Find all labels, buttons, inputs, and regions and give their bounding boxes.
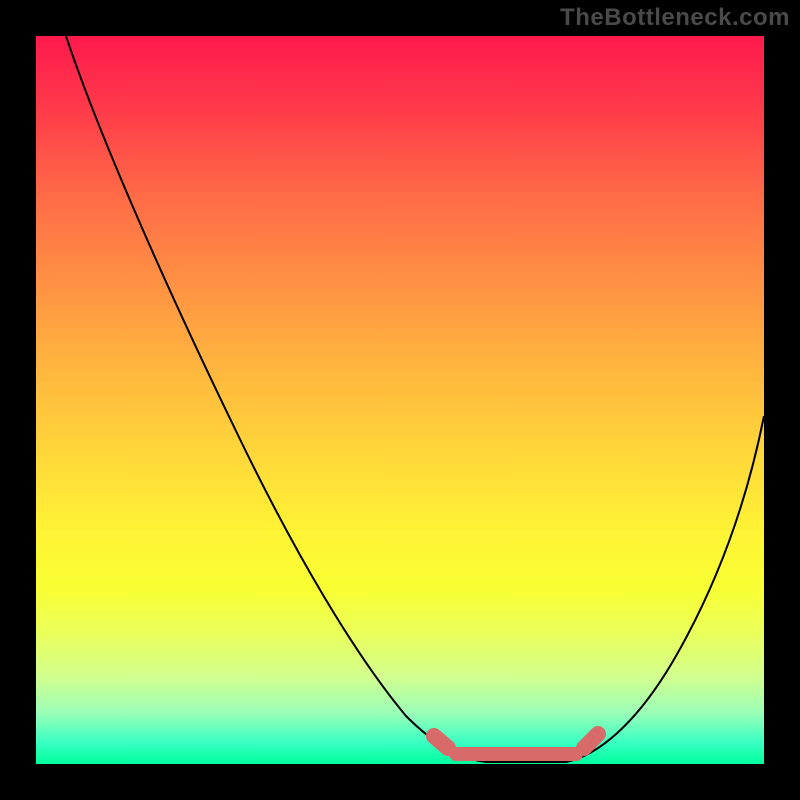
watermark-text: TheBottleneck.com [560,4,790,32]
chart-frame: TheBottleneck.com [0,0,800,800]
optimal-range-marker-left [434,736,448,748]
curve-right-limb [566,416,764,762]
plot-area [36,36,764,764]
chart-svg [36,36,764,764]
optimal-range-marker-right [584,734,598,748]
curve-left-limb [66,36,486,762]
